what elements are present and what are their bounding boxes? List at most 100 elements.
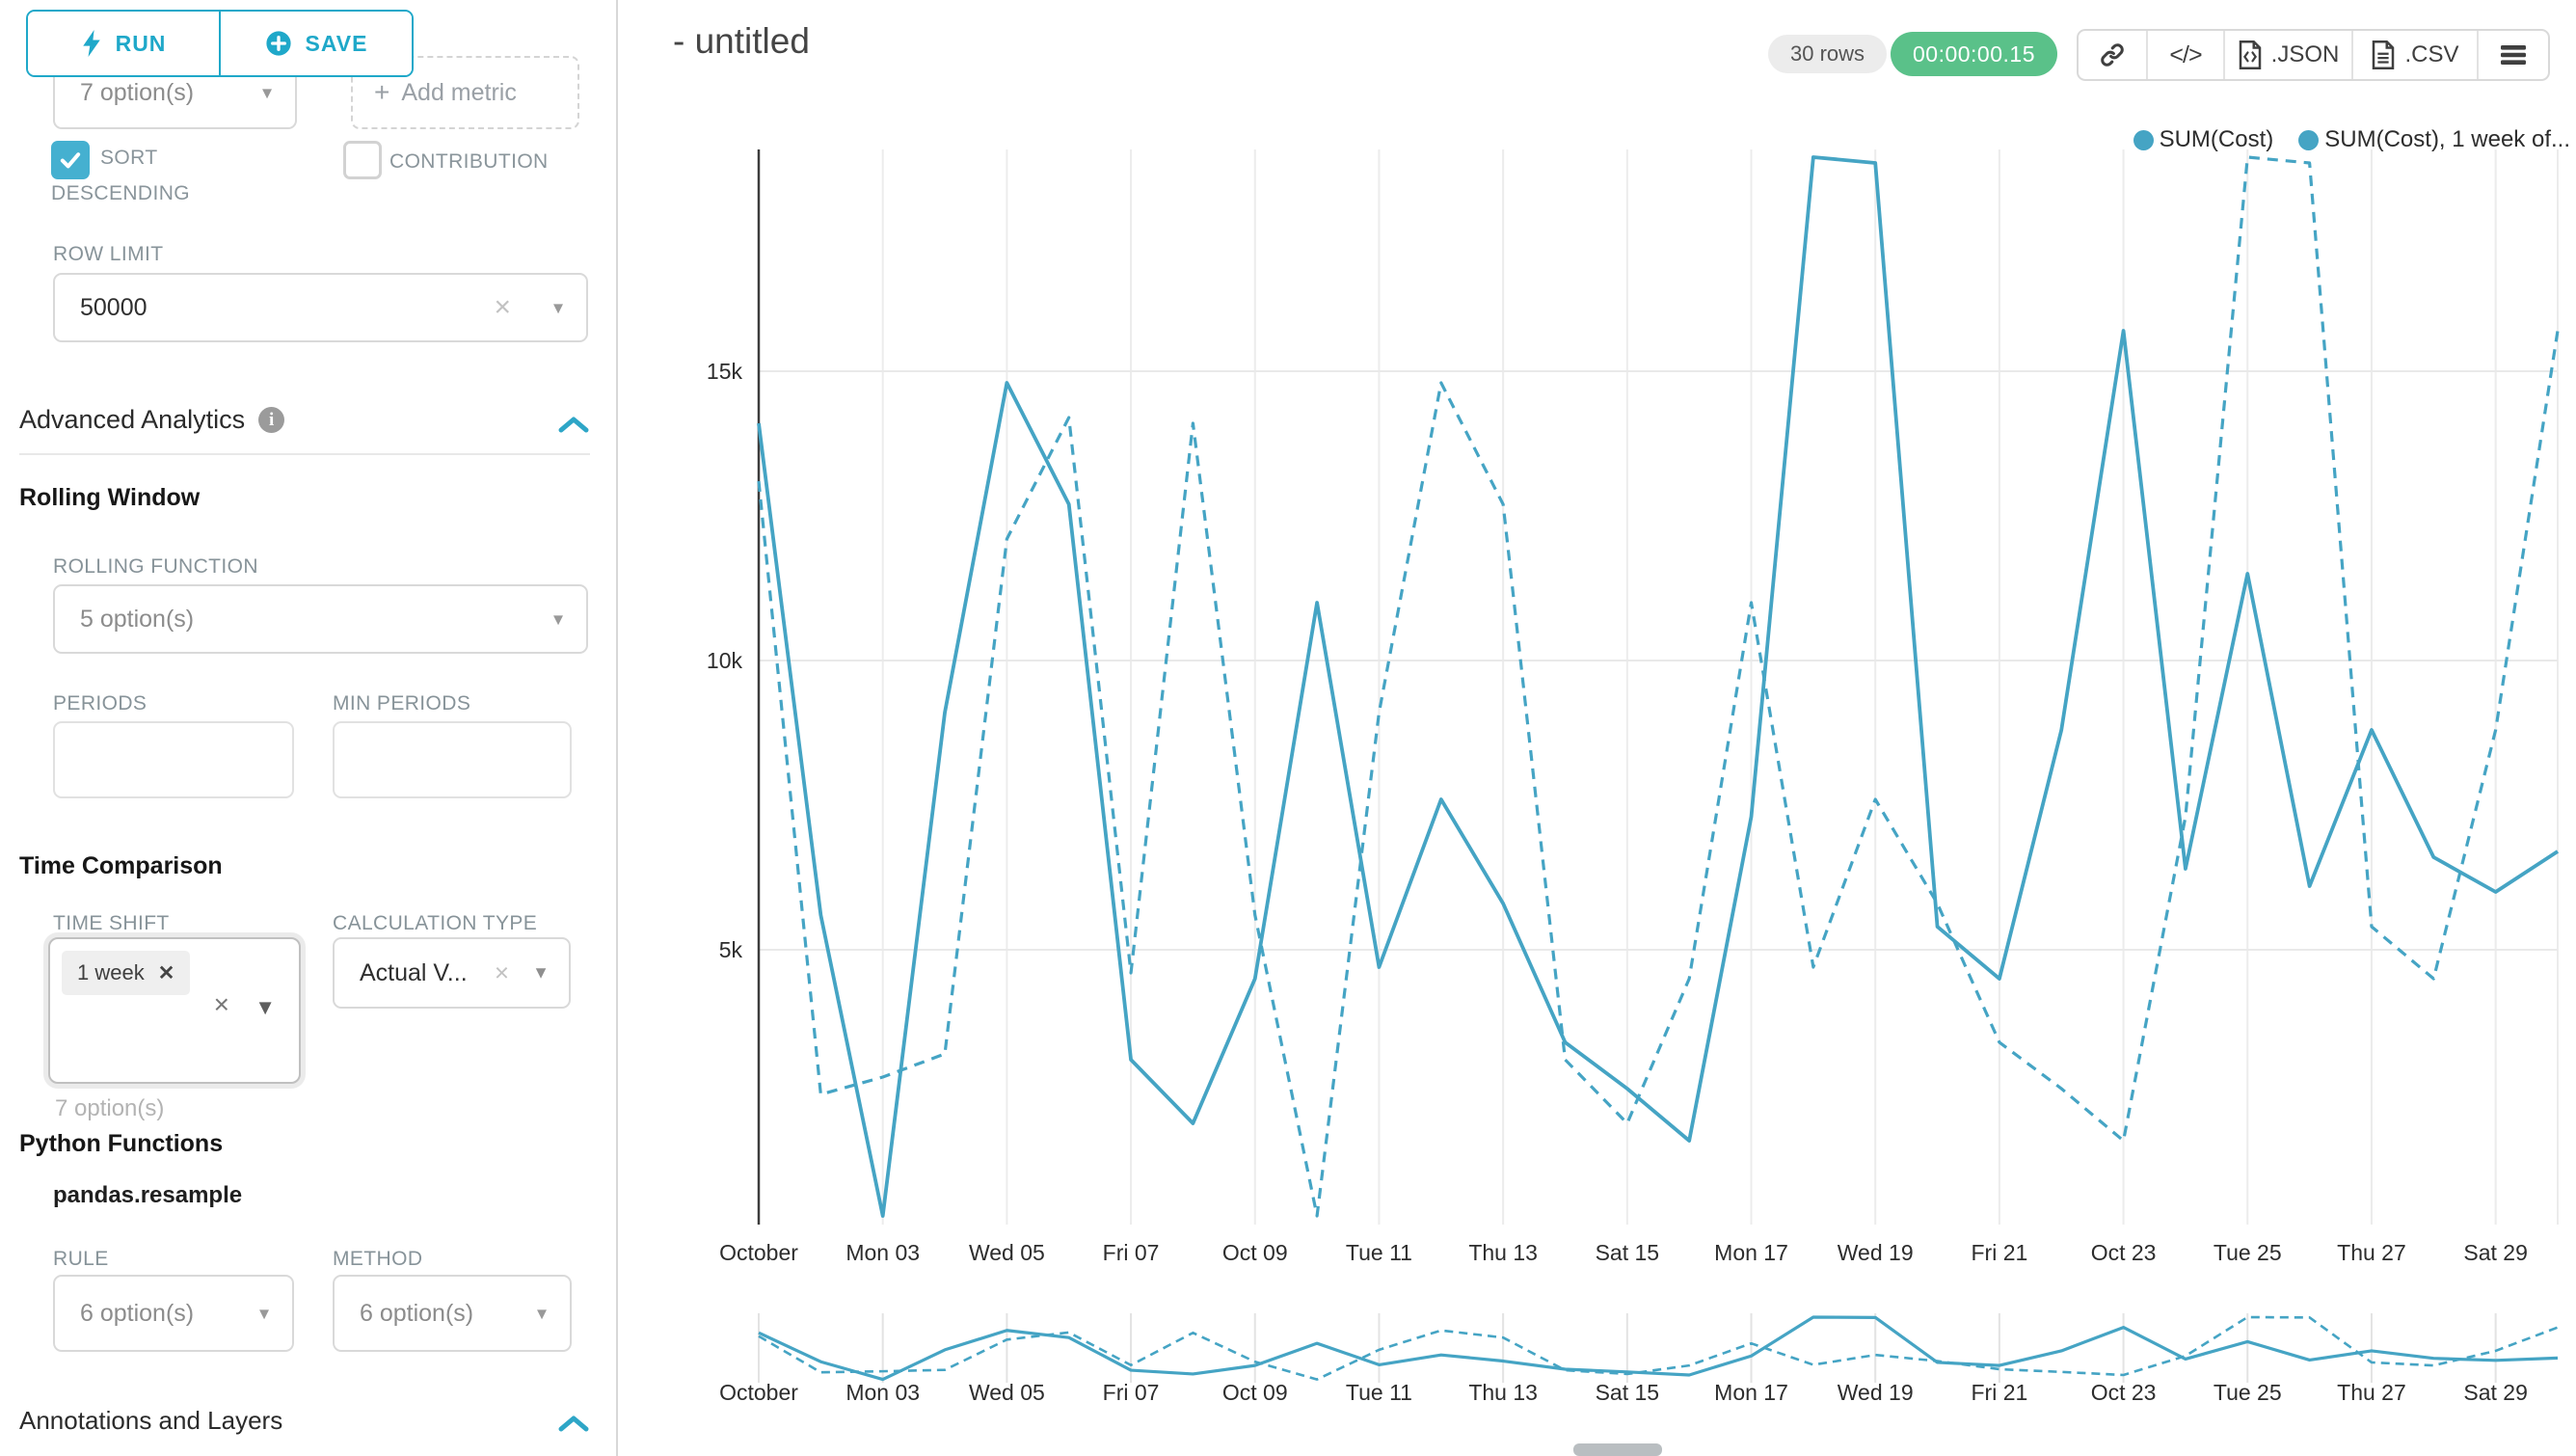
svg-text:Tue 11: Tue 11 (1346, 1240, 1412, 1265)
svg-text:Fri 21: Fri 21 (1971, 1240, 2027, 1265)
chevron-down-icon[interactable]: ▼ (532, 963, 550, 984)
svg-text:Wed 19: Wed 19 (1838, 1380, 1914, 1405)
svg-text:Oct 23: Oct 23 (2091, 1380, 2157, 1405)
plus-circle-icon (265, 30, 292, 57)
run-save-button-group: RUN SAVE (26, 10, 414, 77)
collapse-chevron-up-icon[interactable] (557, 415, 590, 436)
time-comparison-title: Time Comparison (19, 852, 223, 880)
chevron-down-icon[interactable]: ▼ (255, 995, 276, 1020)
rolling-function-select[interactable]: 5 option(s) ▾ (53, 584, 588, 654)
periods-input[interactable] (53, 721, 294, 798)
rule-select[interactable]: 6 option(s) ▾ (53, 1275, 294, 1352)
svg-text:Mon 03: Mon 03 (845, 1380, 920, 1405)
calculation-type-label: CALCULATION TYPE (333, 912, 537, 935)
svg-text:October: October (719, 1240, 798, 1265)
svg-text:Fri 07: Fri 07 (1103, 1240, 1160, 1265)
min-periods-label: MIN PERIODS (333, 692, 470, 715)
add-metric-label: Add metric (401, 79, 516, 107)
svg-text:Mon 03: Mon 03 (845, 1240, 920, 1265)
svg-text:10k: 10k (707, 648, 743, 673)
svg-text:Fri 21: Fri 21 (1971, 1380, 2027, 1405)
annotations-layers-header: Annotations and Layers (19, 1406, 282, 1436)
time-shift-tag[interactable]: 1 week ✕ (62, 951, 190, 995)
svg-text:Fri 07: Fri 07 (1103, 1380, 1160, 1405)
superset-explore-view: { "panel": { "run_label": "RUN", "save_l… (0, 0, 2576, 1456)
horizontal-scrollbar-thumb[interactable] (1573, 1443, 1662, 1456)
timeseries-chart-canvas[interactable]: October October Mon 03 Mon 03 Wed 05 Wed 05 Fr… (617, 0, 2576, 1456)
svg-text:Mon 17: Mon 17 (1714, 1380, 1788, 1405)
time-shift-helper: 7 option(s) (55, 1095, 164, 1122)
time-shift-select[interactable]: 1 week ✕ × ▼ (48, 937, 301, 1084)
svg-text:Thu 13: Thu 13 (1468, 1380, 1538, 1405)
contribution-label: CONTRIBUTION (389, 150, 549, 174)
run-label: RUN (116, 31, 167, 57)
row-limit-value: 50000 (55, 294, 148, 322)
svg-text:Tue 11: Tue 11 (1346, 1380, 1412, 1405)
save-button[interactable]: SAVE (219, 12, 412, 75)
svg-text:Tue 25: Tue 25 (2214, 1380, 2282, 1405)
rule-value: 6 option(s) (55, 1300, 194, 1328)
rolling-window-title: Rolling Window (19, 484, 200, 512)
svg-text:Sat 15: Sat 15 (1596, 1380, 1660, 1405)
save-label: SAVE (306, 31, 368, 57)
svg-text:October: October (719, 1380, 798, 1405)
svg-text:Sat 15: Sat 15 (1596, 1240, 1660, 1265)
time-shift-tag-label: 1 week (77, 960, 145, 985)
sort-descending-checkbox[interactable] (51, 141, 90, 179)
svg-text:Thu 13: Thu 13 (1468, 1240, 1538, 1265)
section-divider (19, 453, 590, 455)
rolling-function-label: ROLLING FUNCTION (53, 555, 258, 579)
clear-icon[interactable]: × (494, 291, 511, 324)
svg-text:5k: 5k (719, 937, 743, 962)
svg-text:Tue 25: Tue 25 (2214, 1240, 2282, 1265)
svg-text:Wed 05: Wed 05 (969, 1380, 1045, 1405)
chevron-down-icon[interactable]: ▾ (537, 1302, 547, 1326)
plus-icon: + (374, 77, 389, 108)
collapse-chevron-up-icon[interactable] (557, 1414, 590, 1435)
sort-descending-label-line1: SORT (100, 147, 158, 170)
clear-icon[interactable]: × (214, 989, 229, 1020)
periods-label: PERIODS (53, 692, 147, 715)
rule-label: RULE (53, 1248, 109, 1271)
svg-text:Thu 27: Thu 27 (2337, 1380, 2406, 1405)
method-label: METHOD (333, 1248, 422, 1271)
contribution-checkbox[interactable] (343, 141, 382, 179)
rolling-function-value: 5 option(s) (55, 606, 194, 634)
sort-descending-label-line2: DESCENDING (51, 182, 190, 205)
pandas-resample-label: pandas.resample (53, 1182, 242, 1209)
control-panel: 7 option(s) ▾ + Add metric RUN SAVE SORT… (0, 0, 618, 1456)
python-functions-title: Python Functions (19, 1130, 223, 1158)
clear-icon[interactable]: × (495, 958, 509, 988)
svg-text:15k: 15k (707, 359, 743, 384)
svg-text:Oct 23: Oct 23 (2091, 1240, 2157, 1265)
info-icon[interactable]: i (258, 407, 284, 433)
svg-text:Sat 29: Sat 29 (2463, 1380, 2528, 1405)
method-select[interactable]: 6 option(s) ▾ (333, 1275, 572, 1352)
advanced-analytics-title: Advanced Analytics (19, 405, 245, 435)
chevron-down-icon[interactable]: ▾ (553, 296, 563, 320)
svg-text:Oct 09: Oct 09 (1222, 1240, 1288, 1265)
calculation-type-value: Actual V... (335, 959, 468, 987)
min-periods-input[interactable] (333, 721, 572, 798)
svg-text:Oct 09: Oct 09 (1222, 1380, 1288, 1405)
series-limit-value: 7 option(s) (55, 79, 194, 107)
svg-text:Thu 27: Thu 27 (2337, 1240, 2406, 1265)
chevron-down-icon[interactable]: ▾ (262, 81, 272, 105)
run-button[interactable]: RUN (28, 12, 219, 75)
lightning-icon (81, 30, 102, 57)
svg-text:Wed 05: Wed 05 (969, 1240, 1045, 1265)
tag-remove-icon[interactable]: ✕ (158, 961, 175, 985)
method-value: 6 option(s) (335, 1300, 473, 1328)
svg-text:Wed 19: Wed 19 (1838, 1240, 1914, 1265)
calculation-type-select[interactable]: Actual V... × ▼ (333, 937, 571, 1009)
annotations-layers-title: Annotations and Layers (19, 1406, 282, 1436)
check-icon (57, 147, 84, 174)
advanced-analytics-header: Advanced Analytics i (19, 405, 284, 435)
svg-text:Sat 29: Sat 29 (2463, 1240, 2528, 1265)
svg-text:Mon 17: Mon 17 (1714, 1240, 1788, 1265)
row-limit-label: ROW LIMIT (53, 243, 163, 266)
chevron-down-icon[interactable]: ▾ (553, 607, 563, 632)
row-limit-select[interactable]: 50000 × ▾ (53, 273, 588, 342)
time-shift-label: TIME SHIFT (53, 912, 170, 935)
chevron-down-icon[interactable]: ▾ (259, 1302, 269, 1326)
